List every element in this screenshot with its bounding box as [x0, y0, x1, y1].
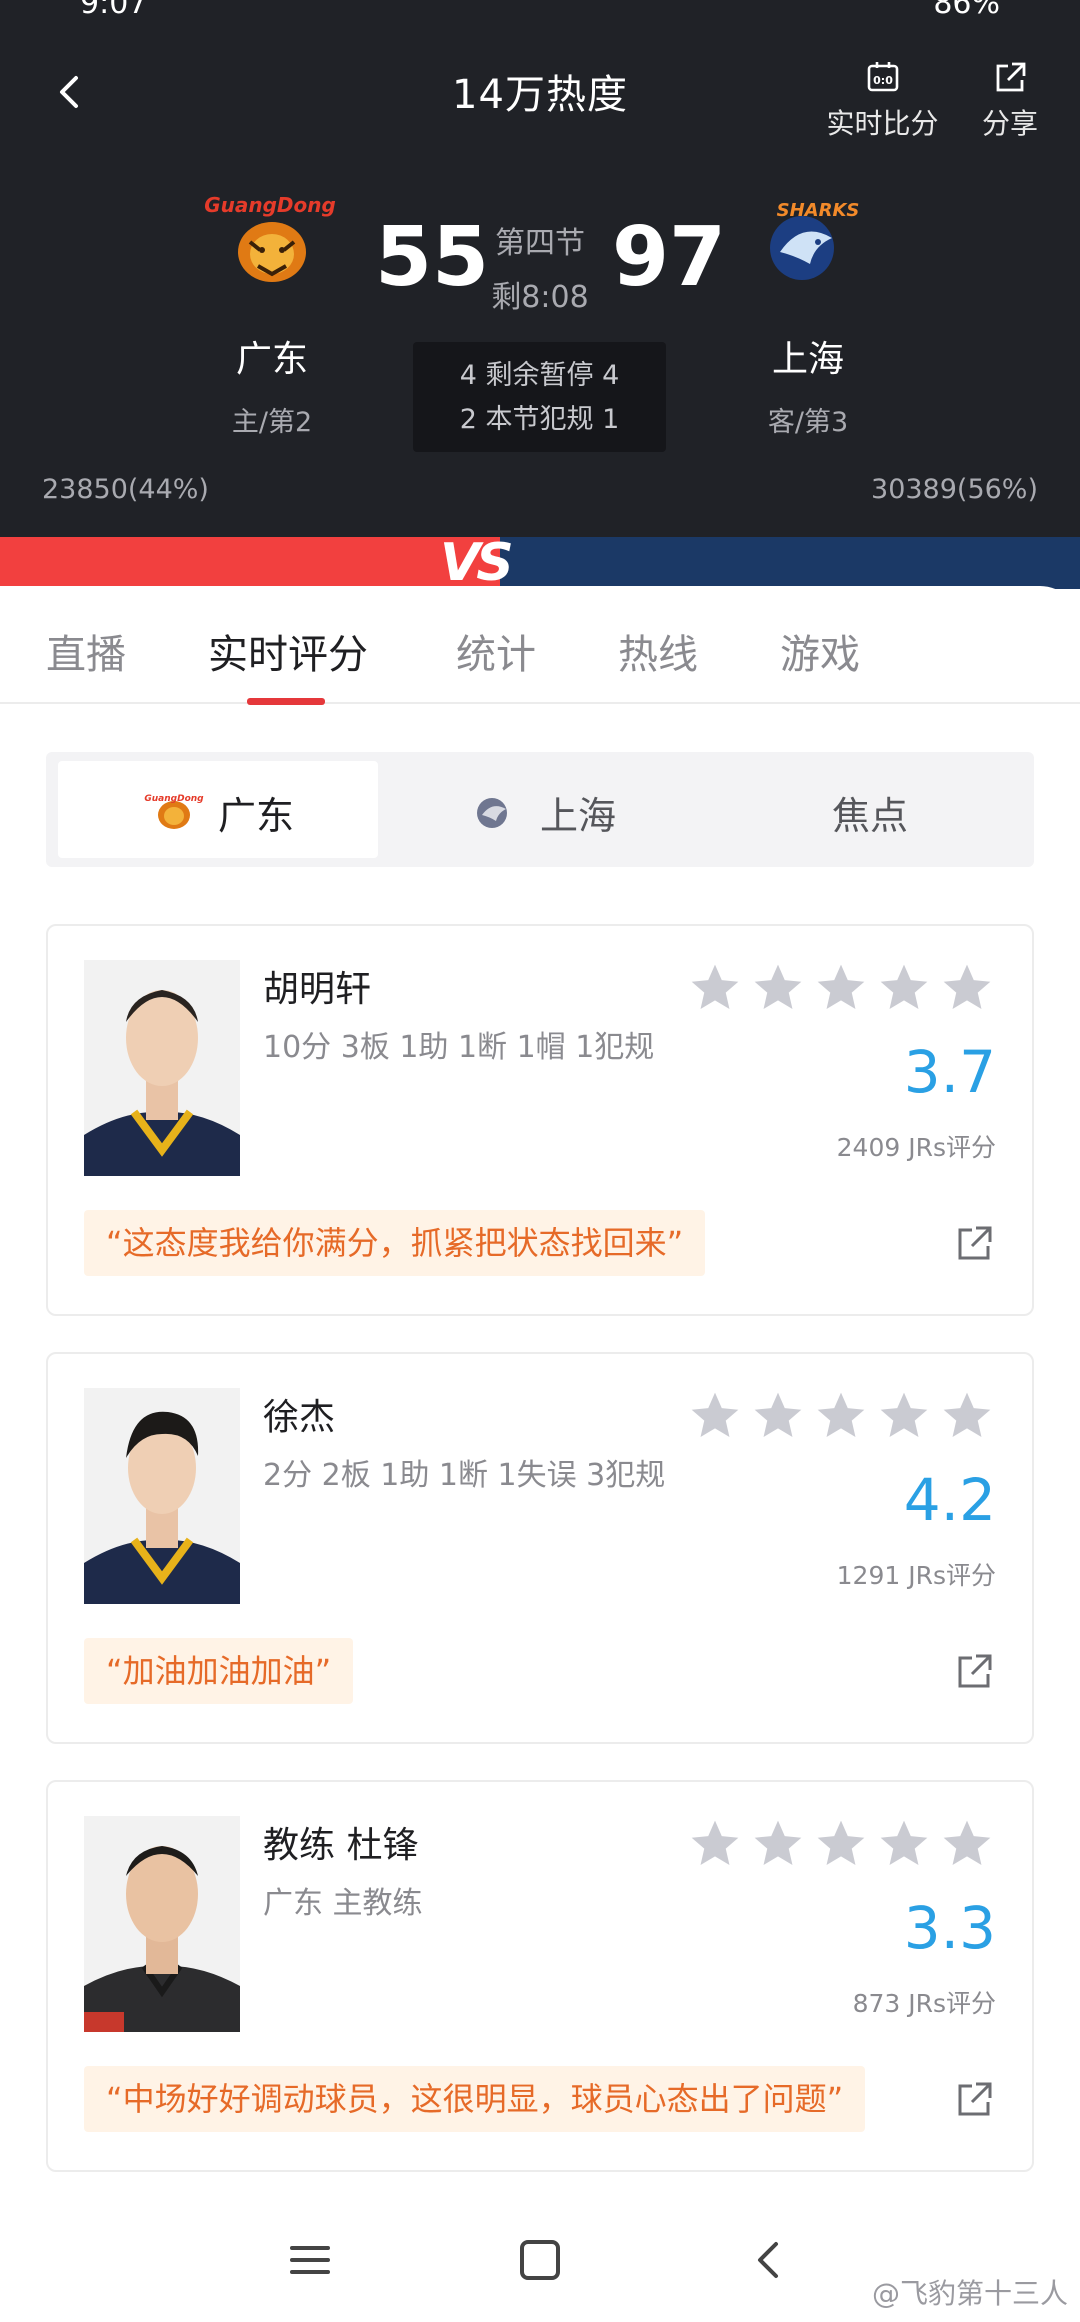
- rating-card[interactable]: 教练 杜锋 广东 主教练 3.3 873 JRs评分 “中场好好调动球员，这很明…: [46, 1780, 1034, 2172]
- home-team-rank: 主/第2: [231, 407, 313, 438]
- star-icon[interactable]: [812, 960, 870, 1016]
- player-photo: [84, 960, 240, 1176]
- share-label: 分享: [981, 107, 1038, 140]
- scoreboard-icon: 0:0: [867, 62, 898, 92]
- shanghai-sharks-logo: SHARKS: [770, 200, 860, 280]
- status-bar: 9:07 86%: [0, 0, 1080, 20]
- team-segment-control: GuangDong 广东 上海 焦点: [46, 752, 1034, 867]
- star-icon[interactable]: [938, 960, 996, 1016]
- player-name: 胡明轩: [263, 969, 372, 1010]
- rating-count: 2409 JRs评分: [836, 1133, 996, 1162]
- star-icon[interactable]: [938, 1388, 996, 1444]
- tab-live-rating[interactable]: 实时评分: [208, 622, 368, 680]
- guangdong-mini-logo: GuangDong: [144, 794, 204, 829]
- player-stats: 10分 3板 1助 1断 1帽 1犯规: [263, 1030, 655, 1065]
- live-score-button[interactable]: 0:0 实时比分: [820, 60, 945, 142]
- watermark: @飞豹第十三人: [871, 2277, 1068, 2310]
- svg-text:SHARKS: SHARKS: [777, 200, 860, 221]
- tab-games[interactable]: 游戏: [780, 622, 860, 680]
- star-rating[interactable]: [686, 960, 996, 1016]
- status-battery: 86%: [933, 0, 1000, 20]
- star-rating[interactable]: [686, 1388, 996, 1444]
- coach-photo: [84, 1816, 240, 2032]
- live-score-label: 实时比分: [826, 107, 939, 140]
- game-clock: 剩8:08: [491, 280, 589, 315]
- away-heat: 30389(56%): [871, 474, 1038, 505]
- svg-text:GuangDong: GuangDong: [144, 794, 204, 804]
- star-icon[interactable]: [749, 1388, 807, 1444]
- home-heat: 23850(44%): [42, 474, 209, 505]
- home-support-bar: [0, 537, 500, 589]
- star-icon[interactable]: [875, 1388, 933, 1444]
- star-rating[interactable]: [686, 1816, 996, 1872]
- rating-card[interactable]: 胡明轩 10分 3板 1助 1断 1帽 1犯规 3.7 2409 JRs评分 “…: [46, 924, 1034, 1316]
- segment-guangdong[interactable]: GuangDong 广东: [58, 761, 378, 858]
- share-icon[interactable]: [954, 1224, 994, 1264]
- shanghai-mini-logo: [477, 798, 507, 828]
- rating-count: 1291 JRs评分: [836, 1561, 996, 1590]
- tab-hotline[interactable]: 热线: [618, 622, 698, 680]
- segment-guangdong-label: 广东: [218, 794, 295, 838]
- timeouts-remaining: 4 剩余暂停 4: [459, 360, 620, 391]
- away-score: 97: [612, 210, 727, 305]
- star-icon[interactable]: [875, 1816, 933, 1872]
- menu-icon[interactable]: [282, 2232, 338, 2288]
- segment-focus-label: 焦点: [832, 794, 909, 838]
- segment-shanghai[interactable]: 上海: [384, 761, 704, 858]
- back-icon[interactable]: [742, 2232, 798, 2288]
- active-tab-indicator: [247, 698, 325, 705]
- vs-band: VS: [0, 533, 1080, 593]
- average-rating: 3.3: [903, 1894, 996, 1962]
- tab-bar: 直播 实时评分 统计 热线 游戏: [0, 586, 1080, 705]
- coach-name: 教练 杜锋: [263, 1825, 419, 1866]
- star-icon[interactable]: [686, 960, 744, 1016]
- star-icon[interactable]: [812, 1388, 870, 1444]
- svg-text:0:0: 0:0: [873, 74, 893, 87]
- top-comment[interactable]: “中场好好调动球员，这很明显，球员心态出了问题”: [84, 2066, 866, 2132]
- star-icon[interactable]: [812, 1816, 870, 1872]
- star-icon[interactable]: [686, 1816, 744, 1872]
- content-panel: 直播 实时评分 统计 热线 游戏 GuangDong 广东 上海 焦点 胡明轩 …: [0, 586, 1080, 2198]
- share-icon[interactable]: [954, 2080, 994, 2120]
- rating-count: 873 JRs评分: [852, 1989, 996, 2018]
- vs-label: VS: [440, 533, 514, 593]
- tab-stats[interactable]: 统计: [456, 622, 536, 680]
- guangdong-logo: GuangDong: [204, 193, 336, 282]
- coach-role: 广东 主教练: [263, 1886, 423, 1921]
- status-time: 9:07: [80, 0, 148, 20]
- away-team-name: 上海: [771, 339, 844, 380]
- period-fouls: 2 本节犯规 1: [459, 404, 620, 435]
- share-button[interactable]: 分享: [975, 60, 1045, 142]
- star-icon[interactable]: [938, 1816, 996, 1872]
- tab-live[interactable]: 直播: [46, 622, 126, 680]
- away-support-bar: [500, 537, 1080, 589]
- rating-card[interactable]: 徐杰 2分 2板 1助 1断 1失误 3犯规 4.2 1291 JRs评分 “加…: [46, 1352, 1034, 1744]
- svg-text:GuangDong: GuangDong: [204, 193, 336, 217]
- segment-shanghai-label: 上海: [540, 794, 617, 838]
- player-photo: [84, 1388, 240, 1604]
- player-name: 徐杰: [263, 1397, 336, 1438]
- share-icon[interactable]: [954, 1652, 994, 1692]
- match-header: 9:07 86% 14万热度 0:0 实时比分 分享 GuangDong SHA…: [0, 0, 1080, 540]
- star-icon[interactable]: [875, 960, 933, 1016]
- period-label: 第四节: [495, 226, 585, 261]
- share-icon: [996, 62, 1026, 92]
- top-comment[interactable]: “这态度我给你满分，抓紧把状态找回来”: [84, 1210, 706, 1276]
- star-icon[interactable]: [749, 1816, 807, 1872]
- home-team-name: 广东: [235, 339, 308, 380]
- average-rating: 3.7: [903, 1038, 996, 1106]
- star-icon[interactable]: [686, 1388, 744, 1444]
- segment-focus[interactable]: 焦点: [710, 761, 1030, 858]
- home-square-icon[interactable]: [512, 2232, 568, 2288]
- star-icon[interactable]: [749, 960, 807, 1016]
- average-rating: 4.2: [903, 1466, 996, 1534]
- player-stats: 2分 2板 1助 1断 1失误 3犯规: [263, 1458, 666, 1493]
- game-info-box: 4 剩余暂停 4 2 本节犯规 1: [413, 342, 666, 452]
- top-comment[interactable]: “加油加油加油”: [84, 1638, 354, 1704]
- away-team-rank: 客/第3: [767, 407, 849, 438]
